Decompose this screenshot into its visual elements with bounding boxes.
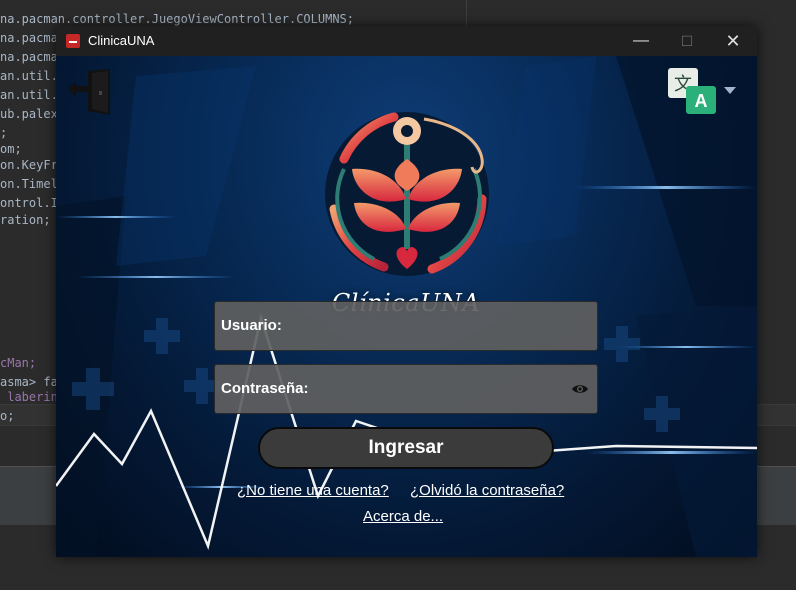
- close-button[interactable]: ✕: [710, 26, 756, 56]
- code-line: on.KeyFr: [0, 158, 58, 172]
- code-line: an.util.: [0, 88, 58, 102]
- chevron-down-icon[interactable]: [724, 87, 736, 94]
- title-bar[interactable]: ClinicaUNA — ☐ ✕: [56, 26, 757, 56]
- flower-heart-logo: [325, 112, 489, 276]
- code-line: cMan;: [0, 356, 37, 370]
- forgot-password-link[interactable]: ¿Olvidó la contraseña?: [410, 482, 564, 499]
- username-field[interactable]: Usuario:: [214, 301, 598, 351]
- ide-divider: [466, 0, 467, 28]
- code-line: na.pacma: [0, 50, 58, 64]
- password-label: Contraseña:: [221, 380, 309, 397]
- login-button[interactable]: Ingresar: [258, 427, 554, 469]
- username-label: Usuario:: [221, 317, 282, 334]
- window-title: ClinicaUNA: [88, 33, 155, 48]
- translate-icon[interactable]: 文 A: [666, 66, 718, 116]
- minimize-button[interactable]: —: [618, 26, 664, 56]
- eye-icon[interactable]: [571, 382, 589, 396]
- svg-text:A: A: [695, 91, 708, 111]
- password-field[interactable]: Contraseña:: [214, 364, 598, 414]
- app-icon: [66, 34, 80, 48]
- code-line: on.Timel: [0, 177, 58, 191]
- app-window: ClinicaUNA — ☐ ✕ 文 A Usuario: Contraseña…: [56, 26, 757, 557]
- signup-link[interactable]: ¿No tiene una cuenta?: [237, 482, 389, 499]
- login-screen: 文 A Usuario: Contraseña: Ingresar ¿No ti…: [56, 56, 757, 557]
- about-link[interactable]: Acerca de...: [363, 508, 443, 525]
- maximize-button[interactable]: ☐: [664, 26, 710, 56]
- code-line: o;: [0, 409, 15, 423]
- exit-door-icon[interactable]: [66, 67, 112, 117]
- code-line: ration;: [0, 213, 51, 227]
- code-line: an.util.: [0, 69, 58, 83]
- code-line: laberin: [0, 390, 58, 404]
- code-line: ub.palex: [0, 107, 58, 121]
